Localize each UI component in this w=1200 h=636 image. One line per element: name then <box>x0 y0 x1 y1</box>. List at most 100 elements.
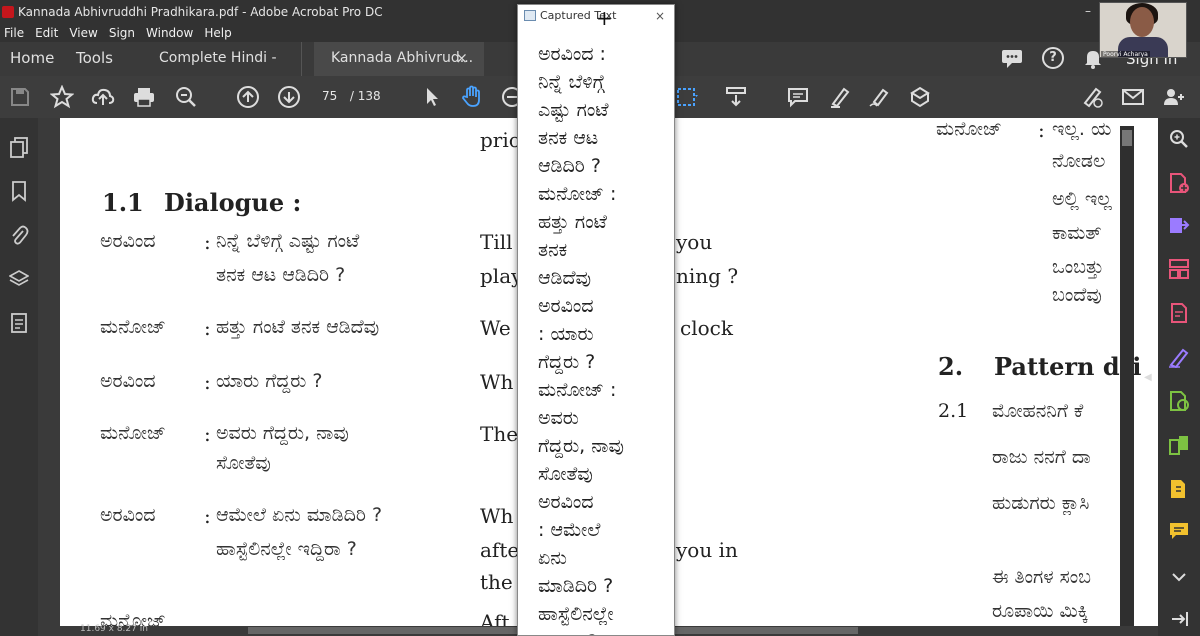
tab-tools[interactable]: Tools <box>76 42 113 76</box>
captured-text-line: ಗೆದ್ದರು, ನಾವು <box>538 435 624 457</box>
comment-bubble-icon[interactable] <box>1000 47 1024 73</box>
dialogue-english-line: ning ? <box>676 264 739 288</box>
bookmarks-icon[interactable] <box>9 180 29 202</box>
tab-home[interactable]: Home <box>10 42 54 76</box>
captured-text-line: ಗೆದ್ದರು ? <box>538 351 596 373</box>
fill-sign-icon[interactable] <box>908 85 932 109</box>
save-icon[interactable] <box>8 85 32 109</box>
dialogue-colon: : <box>1038 118 1045 142</box>
select-cursor-icon[interactable] <box>420 85 444 109</box>
previous-page-icon[interactable] <box>236 85 260 109</box>
export-to-word-icon[interactable] <box>1168 478 1190 500</box>
dialogue-speaker: ಅರವಿಂದ <box>100 370 156 392</box>
captured-text-line: ಮನೋಜ್ : <box>538 183 617 205</box>
captured-text-line: ಸೋತೆವು <box>538 463 593 485</box>
menu-file[interactable]: File <box>4 26 24 40</box>
fill-and-sign-icon[interactable] <box>1168 346 1190 369</box>
menu-view[interactable]: View <box>69 26 97 40</box>
section-number: 2. <box>938 352 964 381</box>
attachments-paperclip-icon[interactable] <box>9 224 29 246</box>
dialogue-colon: : <box>204 504 211 528</box>
create-pdf-icon[interactable] <box>1168 172 1190 194</box>
dialogue-speaker: ಅರವಿಂದ <box>100 230 156 252</box>
captured-text-line: : ಆಮೇಲೆ <box>538 519 601 541</box>
tab-document-kannada[interactable]: Kannada Abhivrud... × <box>314 42 484 76</box>
optimize-pdf-icon[interactable] <box>1168 390 1190 412</box>
pattern-line: ಹುಡುಗರು ಕ್ಲಾಸಿ <box>992 492 1090 514</box>
expand-tools-chevron-icon[interactable] <box>1168 566 1190 588</box>
export-pdf-icon[interactable] <box>1168 214 1190 236</box>
request-signature-icon[interactable] <box>1080 85 1104 109</box>
help-icon[interactable]: ? <box>1042 47 1064 69</box>
dialogue-english-line: you <box>676 230 713 254</box>
captured-text-window[interactable]: Captured Text × + ಅರವಿಂದ : ನಿನ್ನೆ ಬೆಳಿಗ್ಗ… <box>517 4 675 636</box>
print-icon[interactable] <box>132 85 156 109</box>
scroll-mode-icon[interactable] <box>724 85 748 109</box>
page-total: 138 <box>357 89 381 103</box>
highlight-pen-icon[interactable] <box>828 85 852 109</box>
pattern-line: ರೂಪಾಯಿ ಮಿಕ್ಕಿ <box>992 600 1089 622</box>
dialogue-kannada-line: ನಿನ್ನೆ ಬೆಳಿಗ್ಗೆ ಎಷ್ಟು ಗಂಟೆ <box>216 230 360 252</box>
menu-window[interactable]: Window <box>146 26 193 40</box>
menu-sign[interactable]: Sign <box>109 26 135 40</box>
hand-tool-icon[interactable] <box>460 85 484 109</box>
dialogue-kannada-line: ಇಲ್ಲ. ಯ <box>1052 118 1112 140</box>
bookmark-star-icon[interactable] <box>49 84 75 109</box>
sign-pen-icon[interactable] <box>868 85 892 109</box>
upload-cloud-icon[interactable] <box>91 85 115 109</box>
tab-document-complete-hindi[interactable]: Complete Hindi - R... <box>142 42 302 98</box>
email-icon[interactable] <box>1121 85 1145 109</box>
dialogue-colon: : <box>204 422 211 446</box>
captured-text-line: ಆಡಿದೆವು <box>538 267 592 289</box>
captured-text-line: ಮಾಡಿದಿರಿ ? <box>538 575 614 597</box>
zoom-search-icon[interactable] <box>174 85 198 109</box>
add-comment-icon[interactable] <box>786 85 810 109</box>
dialogue-kannada-line: ನೋಡಲ <box>1052 150 1106 172</box>
edit-pdf-icon[interactable] <box>1168 302 1190 324</box>
organize-pages-icon[interactable] <box>1168 258 1190 280</box>
dialogue-english-line: you in <box>676 538 738 562</box>
dialogue-kannada-line: ಕಾಮತ್ <box>1052 222 1102 244</box>
page-size-label: 11.69 x 8.27 in <box>80 624 148 634</box>
pattern-line: ಈ ತಿಂಗಳ ಸಂಬ <box>992 566 1092 588</box>
dialogue-english-line: clock <box>680 316 733 340</box>
window-title: Kannada Abhivruddhi Pradhikara.pdf - Ado… <box>18 5 383 19</box>
collapse-tools-pane-icon[interactable] <box>1168 608 1190 630</box>
dialogue-kannada-line: ಆಮೇಲೆ ಏನು ಮಾಡಿದಿರಿ ? <box>216 504 383 526</box>
next-page-icon[interactable] <box>277 85 301 109</box>
webcam-overlay: Poorvi Acharya <box>1099 2 1187 58</box>
page-number-input[interactable]: 75 <box>322 89 346 103</box>
captured-text-line: ನಿನ್ನೆ ಬೆಳಿಗ್ಗೆ <box>538 71 605 93</box>
search-zoom-icon[interactable] <box>1168 128 1190 150</box>
captured-text-line: ಅರವಿಂದ : <box>538 43 606 65</box>
subsection-number: 2.1 <box>938 400 969 422</box>
dialogue-speaker: ಮನೋಜ್ <box>100 422 166 444</box>
captured-text-line: ಇದ್ದಿರಾ ? <box>538 631 597 635</box>
collapse-right-panel-icon[interactable]: ◀ <box>1144 372 1152 383</box>
right-tools-panel <box>1158 118 1200 636</box>
page-content-icon[interactable] <box>9 312 29 334</box>
layers-icon[interactable] <box>8 268 30 290</box>
page-navigator: 75 / 138 <box>322 89 381 103</box>
text-fragment: prio <box>480 128 521 152</box>
minimize-button[interactable]: – <box>1085 4 1091 18</box>
dialogue-colon: : <box>204 316 211 340</box>
dialogue-english-line: afte <box>480 538 520 562</box>
page-thumbnails-icon[interactable] <box>9 136 29 158</box>
share-people-icon[interactable] <box>1162 85 1186 109</box>
captured-text-line: ಏನು <box>538 547 567 569</box>
vertical-scrollbar[interactable] <box>1120 126 1134 626</box>
close-tab-icon[interactable]: × <box>455 42 468 74</box>
dialogue-colon: : <box>204 370 211 394</box>
compare-files-icon[interactable] <box>1168 434 1190 456</box>
menu-help[interactable]: Help <box>204 26 231 40</box>
section-number: 1.1 <box>102 188 144 217</box>
comment-tool-icon[interactable] <box>1168 520 1190 542</box>
close-captured-text-icon[interactable]: × <box>655 9 665 23</box>
pdf-page-left: prio 1.1 Dialogue : ಅರವಿಂದ : ನಿನ್ನೆ ಬೆಳಿ… <box>60 118 924 626</box>
dialogue-colon: : <box>204 230 211 254</box>
page-separator: / <box>349 89 354 103</box>
scrollbar-thumb[interactable] <box>1122 130 1132 146</box>
page-fit-icon[interactable] <box>674 85 698 109</box>
menu-edit[interactable]: Edit <box>35 26 58 40</box>
